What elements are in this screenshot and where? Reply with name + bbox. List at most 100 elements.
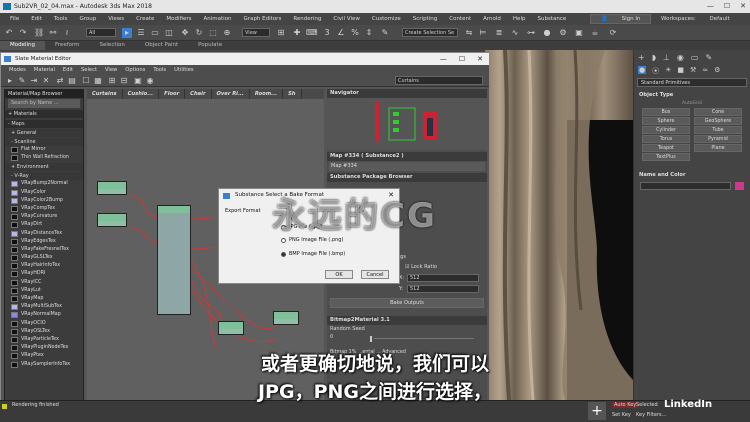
list-item[interactable]: VRayCurvature xyxy=(5,213,83,221)
menu-scripting[interactable]: Scripting xyxy=(407,13,443,25)
cameras-icon[interactable]: ■ xyxy=(677,66,684,74)
output-node-4[interactable] xyxy=(273,311,299,325)
map-name-field[interactable]: Map #334 xyxy=(329,162,485,171)
object-type-header[interactable]: Object Type xyxy=(634,91,750,100)
autogrid-checkbox[interactable]: AutoGrid xyxy=(634,100,750,108)
shapes-icon[interactable]: ⦿ xyxy=(652,66,659,75)
helpers-icon[interactable]: ⚒ xyxy=(690,66,696,74)
close-icon[interactable]: ✕ xyxy=(740,0,746,13)
move-icon[interactable]: ✥ xyxy=(180,28,190,38)
primitive-button[interactable]: Cone xyxy=(694,108,742,116)
pivot-center-icon[interactable]: ⊞ xyxy=(276,28,286,38)
sme-menu-modes[interactable]: Modes xyxy=(5,65,30,75)
rectangular-selection-icon[interactable]: ▭ xyxy=(150,28,160,38)
list-item[interactable]: VRayEdgesTex xyxy=(5,238,83,246)
show-background-icon[interactable]: ▦ xyxy=(93,76,103,86)
navigator-view[interactable] xyxy=(327,98,487,150)
delete-selected-icon[interactable]: ✕ xyxy=(41,76,51,86)
list-item[interactable]: VRayMultiSubTex xyxy=(5,303,83,311)
view-tab[interactable]: Over Ri... xyxy=(212,89,250,99)
schematic-view-icon[interactable]: ⊶ xyxy=(526,28,536,38)
category-materials[interactable]: + Materials xyxy=(5,110,83,118)
browser-search-input[interactable]: Search by Name ... xyxy=(8,99,80,108)
tab-freeform[interactable]: Freeform xyxy=(45,41,90,50)
modify-tab-icon[interactable]: ◗ xyxy=(652,53,656,62)
ok-button[interactable]: OK xyxy=(325,270,353,279)
sme-minimize-icon[interactable]: — xyxy=(440,53,447,65)
sme-menu-select[interactable]: Select xyxy=(77,65,101,75)
view-tab[interactable]: Floor xyxy=(159,89,186,99)
view-selector-dropdown[interactable]: Curtains xyxy=(395,76,483,85)
redo-icon[interactable]: ↷ xyxy=(18,28,28,38)
radio-png[interactable]: PNG Image File (.png) xyxy=(281,237,343,243)
primitive-button[interactable]: Cylinder xyxy=(642,126,690,134)
lights-icon[interactable]: ☀ xyxy=(665,66,671,74)
mirror-icon[interactable]: ⇋ xyxy=(464,28,474,38)
sme-menu-utilities[interactable]: Utilities xyxy=(170,65,198,75)
percent-snap-icon[interactable]: % xyxy=(350,28,360,38)
snaps-toggle-icon[interactable]: 3 xyxy=(322,28,332,38)
tab-modeling[interactable]: Modeling xyxy=(0,41,46,50)
view-tab[interactable]: Chair xyxy=(185,89,212,99)
primitive-button[interactable]: TextPlus xyxy=(642,153,690,161)
list-item[interactable]: VRayCompTex xyxy=(5,205,83,213)
sme-menu-tools[interactable]: Tools xyxy=(149,65,170,75)
window-crossing-icon[interactable]: ◫ xyxy=(164,28,174,38)
cancel-button[interactable]: Cancel xyxy=(361,270,389,279)
material-editor-icon[interactable]: ● xyxy=(542,28,552,38)
primitive-type-dropdown[interactable]: Standard Primitives xyxy=(637,78,747,87)
navigator-header[interactable]: Navigator xyxy=(327,89,487,98)
sme-menu-options[interactable]: Options xyxy=(121,65,149,75)
category-scanline[interactable]: - Scanline xyxy=(5,138,83,146)
list-item[interactable]: VRayBump2Normal xyxy=(5,180,83,188)
map-node-1[interactable] xyxy=(97,181,127,195)
primitive-button[interactable]: Sphere xyxy=(642,117,690,125)
menu-animation[interactable]: Animation xyxy=(198,13,238,25)
random-seed-slider[interactable]: 0 xyxy=(330,334,484,343)
view-tab[interactable]: Room... xyxy=(250,89,284,99)
sme-close-icon[interactable]: ✕ xyxy=(477,53,483,65)
object-color-swatch[interactable] xyxy=(735,182,744,190)
rendered-frame-window-icon[interactable]: ▣ xyxy=(574,28,584,38)
list-item[interactable]: VRayParticleTex xyxy=(5,336,83,344)
list-item[interactable]: VRayHDRI xyxy=(5,270,83,278)
spacewarps-icon[interactable]: ≈ xyxy=(702,66,708,74)
menu-content[interactable]: Content xyxy=(443,13,477,25)
curve-editor-icon[interactable]: ∿ xyxy=(510,28,520,38)
primitive-button[interactable]: Tube xyxy=(694,126,742,134)
bake-outputs-button[interactable]: Bake Outputs xyxy=(330,298,484,308)
utilities-tab-icon[interactable]: ✎ xyxy=(705,53,712,62)
select-manipulate-icon[interactable]: ✚ xyxy=(292,28,302,38)
create-tab-icon[interactable]: + xyxy=(638,53,645,62)
workspace-selector[interactable]: Workspaces: Default xyxy=(655,14,736,24)
render-iterative-icon[interactable]: ⟳ xyxy=(608,28,618,38)
render-setup-icon[interactable]: ⚙ xyxy=(558,28,568,38)
minimize-icon[interactable]: — xyxy=(707,0,714,13)
list-item[interactable]: VRayLut xyxy=(5,287,83,295)
tab-selection[interactable]: Selection xyxy=(90,41,135,50)
sme-menu-material[interactable]: Material xyxy=(30,65,59,75)
layout-children-icon[interactable]: ⊟ xyxy=(119,76,129,86)
primitive-button[interactable]: Plane xyxy=(694,144,742,152)
list-item[interactable]: VRayOSLTex xyxy=(5,328,83,336)
lock-ratio-checkbox[interactable]: ☑ Lock Ratio xyxy=(405,264,437,270)
motion-tab-icon[interactable]: ◉ xyxy=(677,53,684,62)
primitive-button[interactable]: Pyramid xyxy=(694,135,742,143)
category-maps[interactable]: - Maps xyxy=(5,120,83,128)
name-color-header[interactable]: Name and Color xyxy=(634,171,750,180)
menu-graph-editors[interactable]: Graph Editors xyxy=(238,13,288,25)
key-filters-button[interactable]: Key Filters... xyxy=(636,412,666,418)
menu-create[interactable]: Create xyxy=(130,13,160,25)
named-selection-sets-dropdown[interactable]: Create Selection Se xyxy=(402,28,458,37)
assign-material-icon[interactable]: ⇥ xyxy=(29,76,39,86)
menu-customize[interactable]: Customize xyxy=(366,13,407,25)
set-key-button[interactable]: Set Key xyxy=(612,412,631,418)
list-item[interactable]: VRayICC xyxy=(5,279,83,287)
menu-rendering[interactable]: Rendering xyxy=(287,13,327,25)
list-item[interactable]: Thin Wall Refraction xyxy=(5,154,83,162)
rollout-bitmap2material[interactable]: Bitmap2Material 3.1 xyxy=(327,316,487,325)
align-icon[interactable]: ⊨ xyxy=(478,28,488,38)
layout-all-icon[interactable]: ⊞ xyxy=(107,76,117,86)
unlink-icon[interactable]: ⚯ xyxy=(48,28,58,38)
selection-filter-dropdown[interactable]: All xyxy=(86,28,116,37)
